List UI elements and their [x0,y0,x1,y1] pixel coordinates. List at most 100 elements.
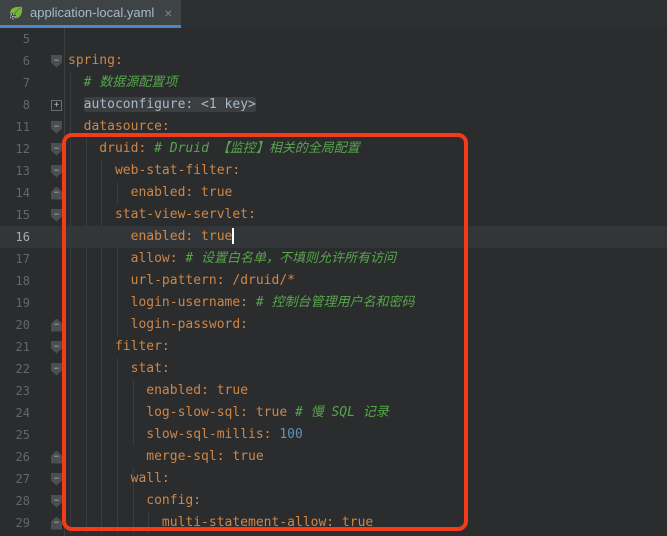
editor[interactable]: 56−spring:7 # 数据源配置项8 + autoconfigure: <1… [0,28,667,536]
fold-collapse-icon[interactable]: − [51,209,62,222]
code-text: config: [64,490,201,512]
fold-collapse-icon[interactable]: − [51,363,62,376]
code-line-11[interactable]: 11 − datasource: [0,116,667,138]
code-segment-comment: # 控制台管理用户名和密码 [248,295,414,310]
code-line-17[interactable]: 17 allow: # 设置白名单，不填则允许所有访问 [0,248,667,270]
code-segment-comment: # 慢 SQL 记录 [287,405,389,420]
fold-gutter [30,292,64,314]
code-line-16[interactable]: 16 enabled: true [0,226,667,248]
code-line-27[interactable]: 27 − wall: [0,468,667,490]
tab-close-icon[interactable]: × [164,6,172,20]
tab-title: application-local.yaml [30,5,154,20]
fold-collapse-icon[interactable]: − [51,55,62,68]
fold-gutter [30,402,64,424]
fold-gutter: − [30,512,64,534]
code-text: url-pattern: /druid/* [64,270,295,292]
code-segment-key: allow: [68,251,178,266]
line-number: 7 [0,72,30,94]
code-segment-key: datasource: [68,119,170,134]
code-text: stat-view-servlet: [64,204,256,226]
fold-expand-icon[interactable]: + [51,100,62,111]
code-segment-value: true [334,515,373,530]
line-number: 25 [0,424,30,446]
fold-collapse-icon[interactable]: − [51,517,62,530]
code-text: login-username: # 控制台管理用户名和密码 [64,292,415,314]
fold-gutter: + [30,94,64,116]
line-number: 17 [0,248,30,270]
code-line-12[interactable]: 12− druid: # Druid 【监控】相关的全局配置 [0,138,667,160]
code-line-19[interactable]: 19 login-username: # 控制台管理用户名和密码 [0,292,667,314]
fold-collapse-icon[interactable]: − [51,495,62,508]
fold-collapse-icon[interactable]: − [51,143,62,156]
fold-gutter [30,72,64,94]
fold-gutter [30,28,64,50]
code-line-23[interactable]: 23 enabled: true [0,380,667,402]
code-segment-comment: # 设置白名单，不填则允许所有访问 [178,251,396,266]
fold-gutter: − [30,446,64,468]
code-text: enabled: true [64,226,234,248]
code-line-25[interactable]: 25 slow-sql-millis: 100 [0,424,667,446]
fold-collapse-icon[interactable]: − [51,187,62,200]
line-number: 13 [0,160,30,182]
line-number: 24 [0,402,30,424]
code-segment-key: enabled: [68,229,193,244]
code-segment-key: enabled: [68,383,209,398]
fold-collapse-icon[interactable]: − [51,319,62,332]
spring-boot-yaml-icon [8,5,24,21]
line-number: 12 [0,138,30,160]
line-number: 27 [0,468,30,490]
fold-gutter: − [30,138,64,160]
code-line-15[interactable]: 15− stat-view-servlet: [0,204,667,226]
code-line-13[interactable]: 13− web-stat-filter: [0,160,667,182]
code-segment-key: url-pattern: [68,273,225,288]
fold-collapse-icon[interactable]: − [51,165,62,178]
code-line-6[interactable]: 6−spring: [0,50,667,72]
fold-collapse-icon[interactable]: − [51,473,62,486]
code-line-21[interactable]: 21− filter: [0,336,667,358]
line-number: 28 [0,490,30,512]
code-line-8[interactable]: 8 + autoconfigure: <1 key> [0,94,667,116]
code-line-14[interactable]: 14− enabled: true [0,182,667,204]
fold-gutter [30,248,64,270]
fold-gutter: − [30,490,64,512]
code-text: login-password: [64,314,248,336]
line-number: 11 [0,116,30,138]
fold-collapse-icon[interactable]: − [51,121,62,134]
code-segment-key: log-slow-sql: [68,405,248,420]
code-text: filter: [64,336,170,358]
line-number: 22 [0,358,30,380]
code-segment-key: filter: [68,339,170,354]
code-text: wall: [64,468,170,490]
fold-collapse-icon[interactable]: − [51,341,62,354]
line-number: 8 [0,94,30,116]
code-segment-value: true [193,185,232,200]
fold-gutter: − [30,314,64,336]
editor-lines: 56−spring:7 # 数据源配置项8 + autoconfigure: <1… [0,28,667,534]
line-number: 29 [0,512,30,534]
fold-gutter [30,424,64,446]
code-segment-key: login-username: [68,295,248,310]
code-line-28[interactable]: 28 − config: [0,490,667,512]
code-line-26[interactable]: 26− merge-sql: true [0,446,667,468]
tab-application-local-yaml[interactable]: application-local.yaml × [0,0,181,28]
code-segment-key: config: [68,493,201,508]
fold-gutter: − [30,116,64,138]
fold-gutter: − [30,182,64,204]
code-text: merge-sql: true [64,446,264,468]
code-segment-key: login-password: [68,317,248,332]
code-text: autoconfigure: <1 key> [64,94,256,116]
line-number: 16 [0,226,30,248]
code-segment-value: true [248,405,287,420]
code-segment-value: true [225,449,264,464]
code-line-22[interactable]: 22− stat: [0,358,667,380]
code-line-20[interactable]: 20− login-password: [0,314,667,336]
fold-collapse-icon[interactable]: − [51,451,62,464]
code-line-24[interactable]: 24 log-slow-sql: true # 慢 SQL 记录 [0,402,667,424]
code-line-29[interactable]: 29− multi-statement-allow: true [0,512,667,534]
code-line-7[interactable]: 7 # 数据源配置项 [0,72,667,94]
code-segment-key: slow-sql-millis: [68,427,272,442]
line-number: 18 [0,270,30,292]
code-line-18[interactable]: 18 url-pattern: /druid/* [0,270,667,292]
code-line-5[interactable]: 5 [0,28,667,50]
code-segment-key: spring: [68,53,123,68]
